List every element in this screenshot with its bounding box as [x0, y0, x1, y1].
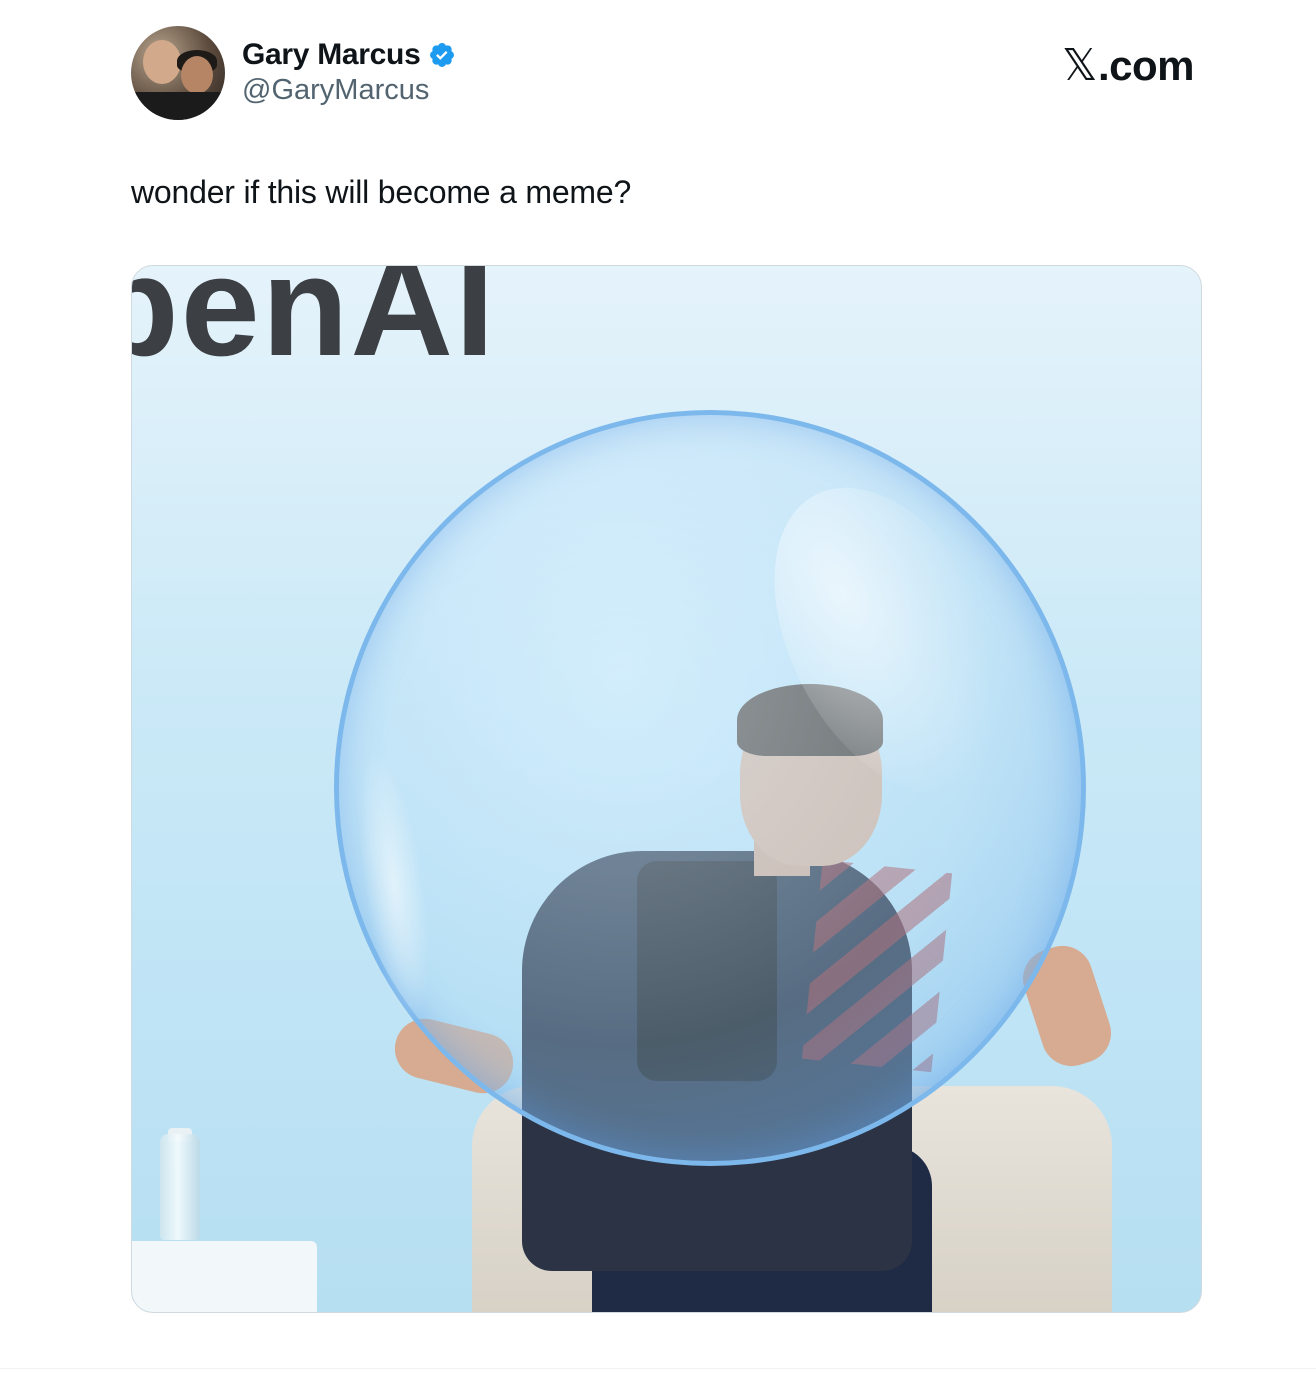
avatar-face-right [181, 56, 213, 94]
brand-domain: .com [1097, 42, 1195, 89]
author-name-row: Gary Marcus [242, 38, 456, 72]
bottom-divider [0, 1368, 1316, 1369]
x-logo-icon: 𝕏 [1062, 40, 1097, 91]
tweet-text: wonder if this will become a meme? [131, 174, 632, 210]
water-bottle [160, 1134, 200, 1240]
bubble-overlay [334, 410, 1086, 1166]
x-brand-logo[interactable]: 𝕏 .com [1062, 40, 1194, 91]
tweet-media-image[interactable]: penAI [131, 265, 1202, 1313]
author-display-name[interactable]: Gary Marcus [242, 38, 421, 72]
avatar-clothing [131, 92, 225, 120]
stage-table [132, 1241, 317, 1312]
author-handle[interactable]: @GaryMarcus [242, 74, 429, 107]
avatar-face-left [143, 40, 181, 84]
verified-badge-icon [430, 43, 455, 67]
tweet-card: Gary Marcus @GaryMarcus 𝕏 .com wonder if… [0, 0, 1316, 1386]
author-avatar[interactable] [131, 26, 225, 120]
openai-backdrop-text: penAI [131, 265, 497, 386]
